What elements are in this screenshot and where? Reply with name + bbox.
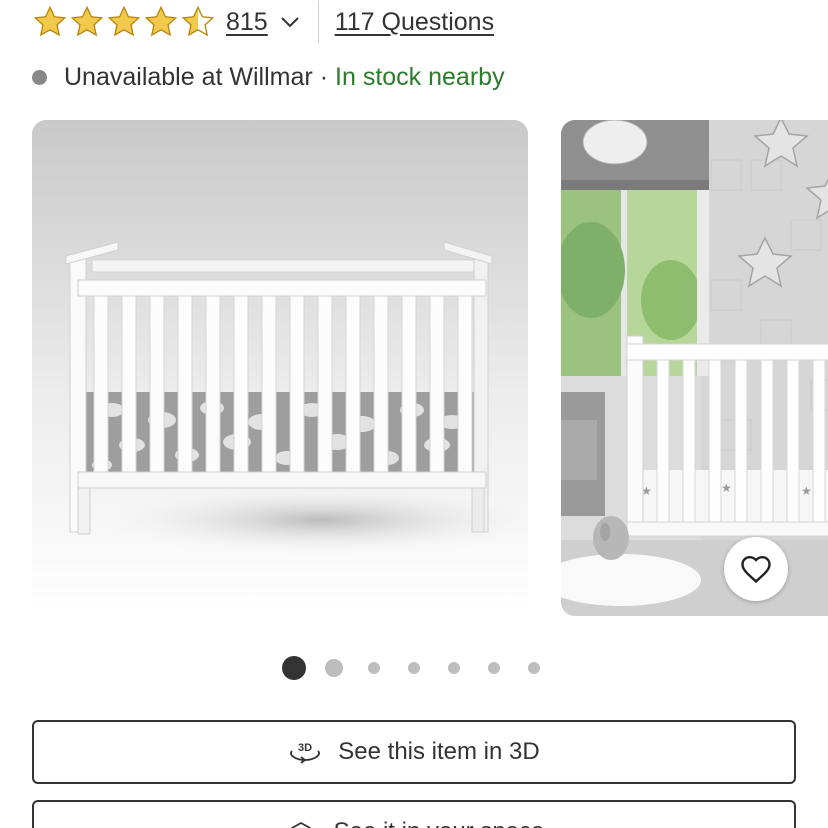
carousel-dot[interactable] (448, 662, 460, 674)
svg-text:3D: 3D (298, 742, 312, 754)
view-in-3d-button[interactable]: 3D See this item in 3D (32, 720, 796, 784)
divider (317, 1, 319, 43)
image-carousel[interactable]: ★★★★★★ (0, 120, 828, 616)
carousel-dot[interactable] (528, 662, 540, 674)
store-availability: Unavailable at Willmar (64, 62, 313, 91)
3d-rotate-icon: 3D (290, 742, 321, 764)
carousel-dot[interactable] (325, 659, 343, 677)
rating-count-link[interactable]: 815 (226, 8, 268, 37)
carousel-dot[interactable] (368, 662, 380, 674)
svg-text:★: ★ (801, 484, 812, 498)
heart-outline-icon (741, 555, 771, 584)
ratings-row: 815 117 Questions (32, 0, 494, 44)
ar-cube-icon (290, 821, 311, 828)
product-image[interactable]: ★★★★★★ (561, 120, 828, 616)
carousel-dot[interactable] (488, 662, 500, 674)
star-full-icon (107, 5, 141, 37)
star-full-icon (144, 5, 178, 37)
carousel-dot[interactable] (408, 662, 420, 674)
svg-text:★: ★ (721, 481, 732, 495)
separator: · (319, 62, 329, 91)
nursery-photo: ★★★★★★ (561, 120, 828, 616)
availability-row: Unavailable at Willmar · In stock nearby (32, 58, 505, 96)
carousel-dot-active[interactable] (282, 656, 306, 680)
product-image[interactable] (32, 120, 528, 616)
star-full-icon (70, 5, 104, 37)
nearby-stock-link[interactable]: In stock nearby (335, 63, 505, 92)
crib-photo (32, 120, 528, 616)
view-in-space-button[interactable]: See it in your space (32, 800, 796, 828)
favorite-button[interactable] (724, 537, 788, 601)
questions-link[interactable]: 117 Questions (335, 8, 494, 37)
star-half-icon (181, 5, 215, 37)
chevron-down-icon[interactable] (278, 10, 302, 34)
star-full-icon (33, 5, 67, 37)
view-in-space-label: See it in your space (334, 818, 545, 828)
view-in-3d-label: See this item in 3D (338, 738, 540, 765)
carousel-pagination (0, 656, 828, 680)
status-dot-icon (32, 69, 47, 85)
star-rating[interactable] (32, 4, 216, 40)
